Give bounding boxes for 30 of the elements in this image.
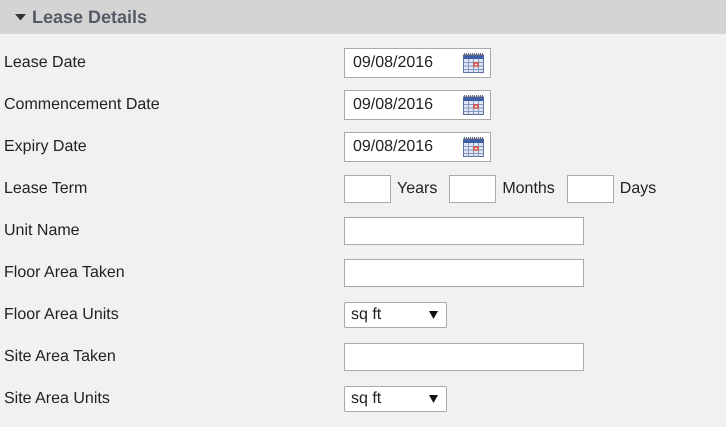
unit-label: Months [502, 180, 555, 198]
section-title: Lease Details [32, 6, 148, 28]
unit-label: Days [620, 180, 656, 198]
text-field[interactable] [344, 217, 584, 245]
units-dropdown[interactable]: sq ft [344, 386, 447, 412]
text-field[interactable] [344, 259, 584, 287]
field-label: Floor Area Taken [3, 264, 126, 282]
field-label: Site Area Taken [3, 348, 117, 366]
text-field[interactable] [344, 343, 584, 371]
field-label: Unit Name [3, 222, 81, 240]
field-label: Commencement Date [3, 96, 161, 114]
calendar-icon[interactable] [463, 53, 484, 73]
number-field[interactable] [449, 175, 496, 203]
date-field[interactable]: 09/08/2016 [344, 90, 491, 120]
field-label: Floor Area Units [3, 306, 120, 324]
field-label: Lease Date [3, 54, 87, 72]
number-field[interactable] [566, 175, 614, 203]
units-dropdown[interactable]: sq ft [344, 302, 447, 328]
section-header[interactable]: Lease Details [0, 0, 726, 34]
date-field[interactable]: 09/08/2016 [344, 48, 491, 78]
caret-icon [429, 395, 438, 403]
date-field[interactable]: 09/08/2016 [344, 132, 491, 162]
caret-icon [429, 311, 438, 319]
field-label: Lease Term [3, 180, 88, 198]
unit-label: Years [397, 180, 438, 198]
calendar-icon[interactable] [463, 137, 484, 157]
number-field[interactable] [344, 175, 391, 203]
calendar-icon[interactable] [463, 95, 484, 115]
field-label: Expiry Date [3, 138, 88, 156]
field-label: Site Area Units [3, 390, 111, 408]
